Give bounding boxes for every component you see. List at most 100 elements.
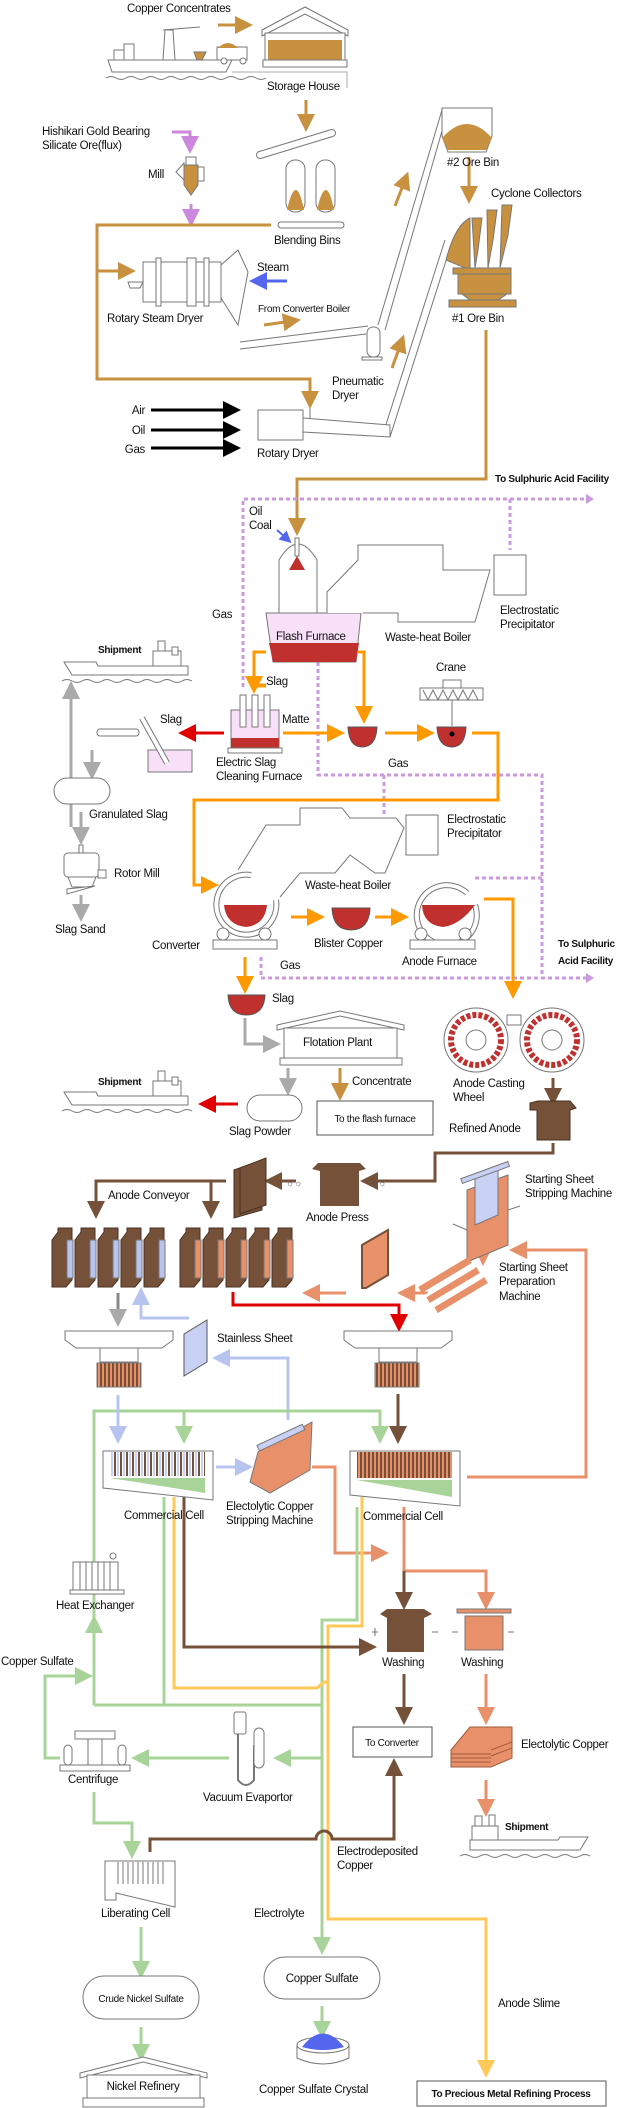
ore-bin-2-icon <box>441 107 493 153</box>
label-to-sulphuric-2b: Acid Facility <box>558 956 614 967</box>
label-anode-conveyor: Anode Conveyor <box>108 1190 190 1202</box>
label-copper-sulfate: Copper Sulfate <box>286 1973 359 1985</box>
vacuum-evaporator-icon <box>233 1711 265 1786</box>
cathode-sheet <box>89 1239 97 1279</box>
label-gas: Gas <box>125 444 146 456</box>
label-electric-slag-2: Cleaning Furnace <box>216 771 302 783</box>
label-oil-burner: Oil <box>249 506 262 518</box>
washing-anode-icon <box>372 1609 438 1652</box>
electrolytic-copper-stack-icon <box>450 1726 513 1768</box>
right-crane-icon <box>343 1330 453 1388</box>
label-anode-casting-2: Wheel <box>453 1092 484 1104</box>
label-ssp-3: Machine <box>499 1291 540 1303</box>
copper-smelting-refining-flow-diagram: ☼☼ ☼☼ Copper Concentrates Storage House … <box>1 3 616 2108</box>
cathode-sheet <box>158 1239 166 1279</box>
label-to-sulphuric-2a: To Sulphuric <box>558 939 616 950</box>
label-mill: Mill <box>148 169 164 181</box>
mill-icon <box>175 156 205 196</box>
flash-slag-down-arrow <box>245 650 266 694</box>
label-matte: Matte <box>282 714 309 726</box>
storage-house-icon <box>232 6 349 88</box>
label-coal-burner: Coal <box>249 520 271 532</box>
cathode-sheet <box>217 1239 225 1279</box>
label-electrodeposited-2: Copper <box>337 1860 373 1872</box>
label-pneumatic-dryer-2: Dryer <box>332 390 359 402</box>
label-esp-2a: Electrostatic <box>447 814 506 826</box>
label-from-converter-boiler: From Converter Boiler <box>258 304 351 315</box>
copper-sulfate-crystal-dish-icon <box>296 2033 350 2065</box>
label-anode-press: Anode Press <box>306 1212 369 1224</box>
label-anode-slime: Anode Slime <box>498 1998 560 2010</box>
label-precious-metal: To Precious Metal Refining Process <box>431 2089 591 2100</box>
flash-matte-down-arrow <box>355 650 373 724</box>
label-commercial-cell-2: Commercial Cell <box>363 1511 443 1523</box>
label-rotor-mill: Rotor Mill <box>114 868 160 880</box>
label-concentrate: Concentrate <box>352 1076 411 1088</box>
blending-bins-icon <box>256 129 345 229</box>
gas-dashed-top-arrow <box>586 494 594 504</box>
label-ecsm-2: Stripping Machine <box>226 1515 313 1527</box>
label-copper-sulfate-side: Copper Sulfate <box>1 1656 74 1668</box>
pneumatic-dryer-icon <box>361 326 383 361</box>
cathode-sheet <box>240 1239 248 1279</box>
anode-furnace-icon <box>409 882 480 950</box>
label-liberating-cell: Liberating Cell <box>101 1908 170 1920</box>
starting-sheet-preparation-machine-icon <box>418 1256 488 1314</box>
slag-to-flotation-arrow <box>243 1018 281 1053</box>
slag-powder-pile-icon <box>246 1094 303 1122</box>
label-waste-heat-boiler-2: Waste-heat Boiler <box>305 880 391 892</box>
label-cyclone-collectors: Cyclone Collectors <box>491 188 582 200</box>
label-storage-house: Storage House <box>267 81 340 93</box>
label-waste-heat-boiler-1: Waste-heat Boiler <box>385 632 471 644</box>
cathode-sheet <box>263 1239 271 1279</box>
label-steam: Steam <box>257 262 289 274</box>
slag-ladle-icon <box>227 994 266 1016</box>
commercial-cell-1-icon <box>102 1450 214 1501</box>
label-pneumatic-dryer-1: Pneumatic <box>332 376 384 388</box>
anode-stack-icon <box>233 1157 267 1219</box>
label-stainless-sheet: Stainless Sheet <box>217 1333 294 1345</box>
label-esp-1b: Precipitator <box>500 619 555 631</box>
up-conveyor-arrow-2 <box>389 334 407 369</box>
label-ecsm-1: Electolytic Copper <box>226 1501 314 1513</box>
cathode-sheet <box>194 1239 202 1279</box>
label-oil: Oil <box>132 425 145 437</box>
stainless-sheet-icon <box>183 1319 208 1377</box>
label-air: Air <box>132 405 146 417</box>
label-vacuum-evaporator: Vacuum Evaportor <box>203 1792 293 1804</box>
up-conveyor-arrow-1 <box>393 171 411 207</box>
left-crane-icon <box>64 1330 174 1388</box>
label-shipment-3: Shipment <box>505 1822 549 1833</box>
label-ssp-1: Starting Sheet <box>499 1262 569 1274</box>
centrifuge-icon <box>59 1730 131 1772</box>
label-slag-powder: Slag Powder <box>229 1126 291 1138</box>
cathode-sheet <box>112 1239 120 1279</box>
label-crude-nickel-sulfate: Crude Nickel Sulfate <box>98 1994 184 2005</box>
rotor-mill-icon <box>63 844 107 895</box>
copper-starting-sheet-icon <box>361 1228 389 1289</box>
label-copper-concentrates: Copper Concentrates <box>127 3 231 15</box>
label-commercial-cell-1: Commercial Cell <box>124 1510 204 1522</box>
label-slag-1: Slag <box>266 676 288 688</box>
centrifuge-to-liberating-line <box>92 1792 141 1859</box>
anode-furnace-to-casting-line <box>484 897 522 999</box>
rotary-dryer-icon <box>257 408 391 441</box>
label-copper-sulfate-crystal: Copper Sulfate Crystal <box>259 2084 368 2096</box>
electrolytic-copper-stripping-machine-icon <box>249 1421 313 1494</box>
label-crane: Crane <box>436 662 466 674</box>
left-anode-bank-icon <box>51 1227 166 1288</box>
label-heat-exchanger: Heat Exchanger <box>56 1600 135 1612</box>
starting-sheet-stripping-machine-icon <box>452 1160 521 1263</box>
svg-text:☼☼: ☼☼ <box>286 1178 303 1188</box>
label-hishikari-2: Silicate Ore(flux) <box>42 140 122 152</box>
label-anode-casting-1: Anode Casting <box>453 1078 525 1090</box>
centrifuge-copper-sulfate-line <box>43 1667 93 1760</box>
matte-ladle-icon <box>347 726 378 748</box>
label-washing-1: Washing <box>382 1657 424 1669</box>
label-granulated-slag: Granulated Slag <box>89 809 168 821</box>
label-refined-anode: Refined Anode <box>449 1123 521 1135</box>
label-converter: Converter <box>152 940 200 952</box>
label-ore-bin-1: #1 Ore Bin <box>452 313 504 325</box>
cathode-sheet <box>135 1239 143 1279</box>
crane-icon <box>419 679 484 726</box>
